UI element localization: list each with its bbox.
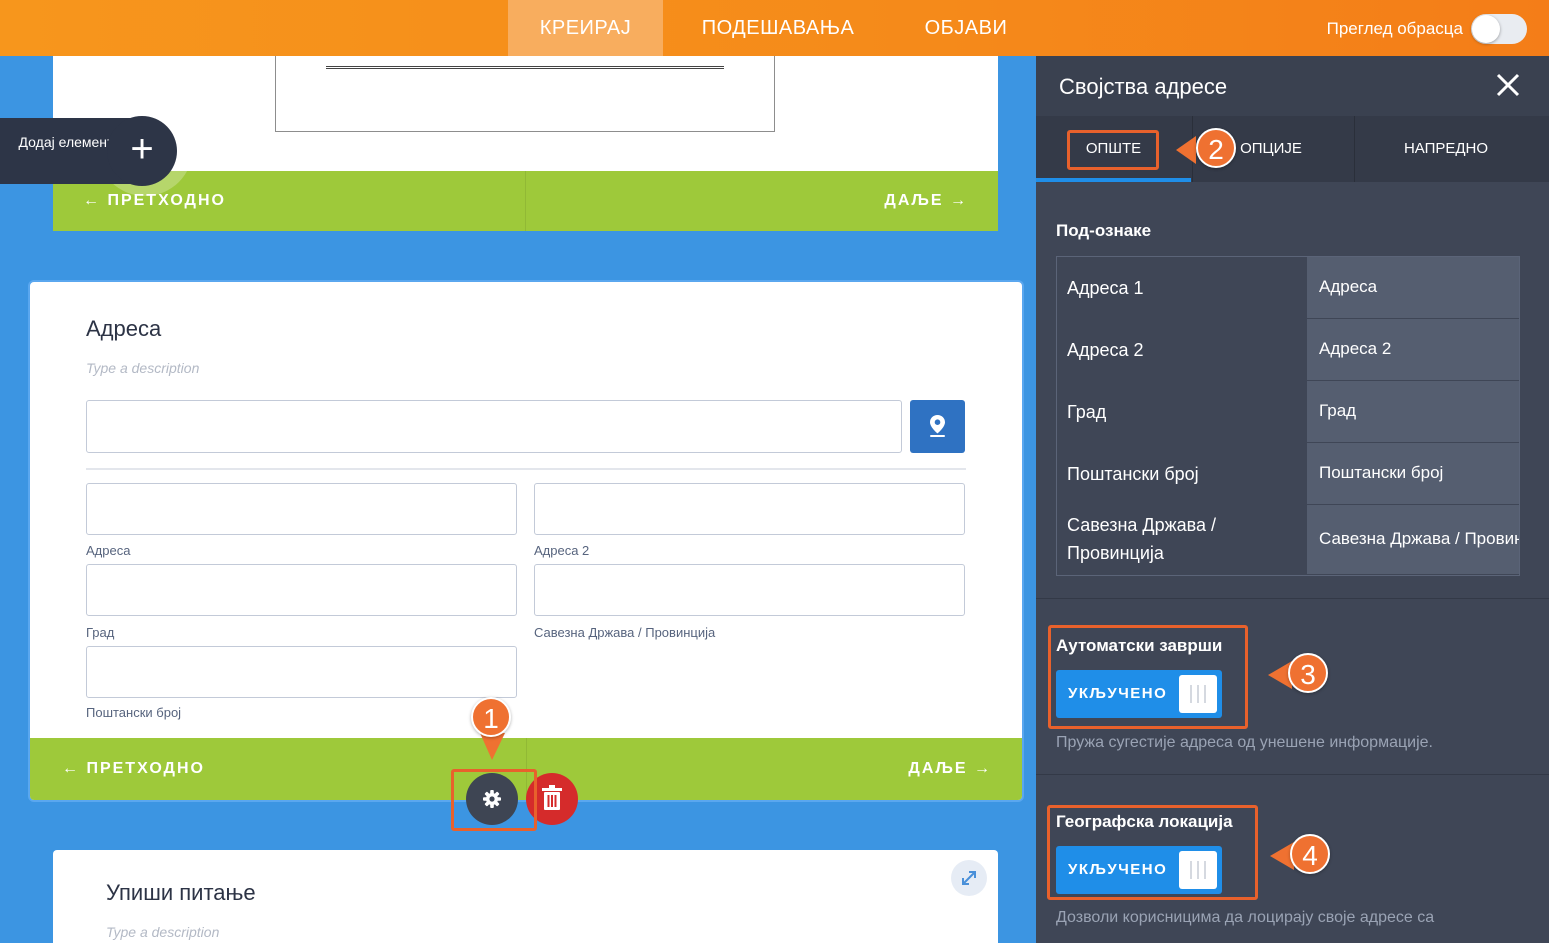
callout-badge-2: 2 (1196, 128, 1236, 168)
callout-badge-4: 4 (1290, 834, 1330, 874)
callout-badge-3: 3 (1288, 653, 1328, 693)
callout-pointers (480, 136, 1294, 870)
callout-badge-1: 1 (471, 697, 511, 737)
